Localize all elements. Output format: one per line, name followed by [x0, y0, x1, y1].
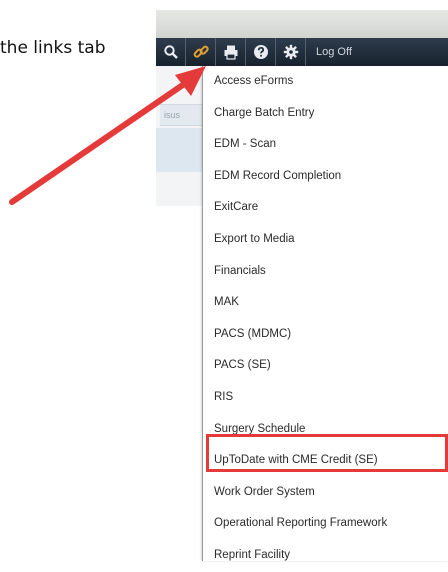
app-header-strip — [156, 10, 448, 40]
menu-item-pacs-mdmc[interactable]: PACS (MDMC) — [203, 319, 448, 351]
menu-item-operational-reporting[interactable]: Operational Reporting Framework — [203, 508, 448, 540]
menu-item-charge-batch-entry[interactable]: Charge Batch Entry — [203, 98, 448, 130]
print-icon — [224, 45, 237, 60]
menu-item-work-order-system[interactable]: Work Order System — [203, 477, 448, 509]
links-tab-button[interactable] — [186, 38, 216, 66]
menu-item-export-to-media[interactable]: Export to Media — [203, 224, 448, 256]
background-faded-text: isus — [164, 110, 181, 120]
menu-item-pacs-se[interactable]: PACS (SE) — [203, 350, 448, 382]
gear-icon — [283, 44, 298, 60]
menu-item-exitcare[interactable]: ExitCare — [203, 192, 448, 224]
help-icon — [253, 45, 268, 59]
link-icon — [193, 45, 209, 58]
background-row: isus — [160, 104, 204, 126]
search-button[interactable] — [156, 38, 186, 66]
menu-item-edm-scan[interactable]: EDM - Scan — [203, 129, 448, 161]
settings-button[interactable] — [276, 38, 306, 66]
menu-item-reprint-facility[interactable]: Reprint Facility — [203, 540, 448, 572]
search-icon — [163, 45, 178, 59]
menu-item-financials[interactable]: Financials — [203, 256, 448, 288]
menu-item-ris[interactable]: RIS — [203, 382, 448, 414]
help-button[interactable] — [246, 38, 276, 66]
menu-item-access-eforms[interactable]: Access eForms — [203, 66, 448, 98]
annotation-highlight-box — [206, 434, 448, 472]
toolbar: Log Off — [156, 38, 448, 66]
print-button[interactable] — [216, 38, 246, 66]
links-dropdown-menu: Access eForms Charge Batch Entry EDM - S… — [202, 66, 448, 561]
annotation-caption: the links tab — [0, 38, 106, 58]
background-row-highlight — [156, 128, 204, 172]
menu-item-mak[interactable]: MAK — [203, 287, 448, 319]
log-off-link[interactable]: Log Off — [306, 46, 352, 58]
menu-item-edm-record-completion[interactable]: EDM Record Completion — [203, 161, 448, 193]
